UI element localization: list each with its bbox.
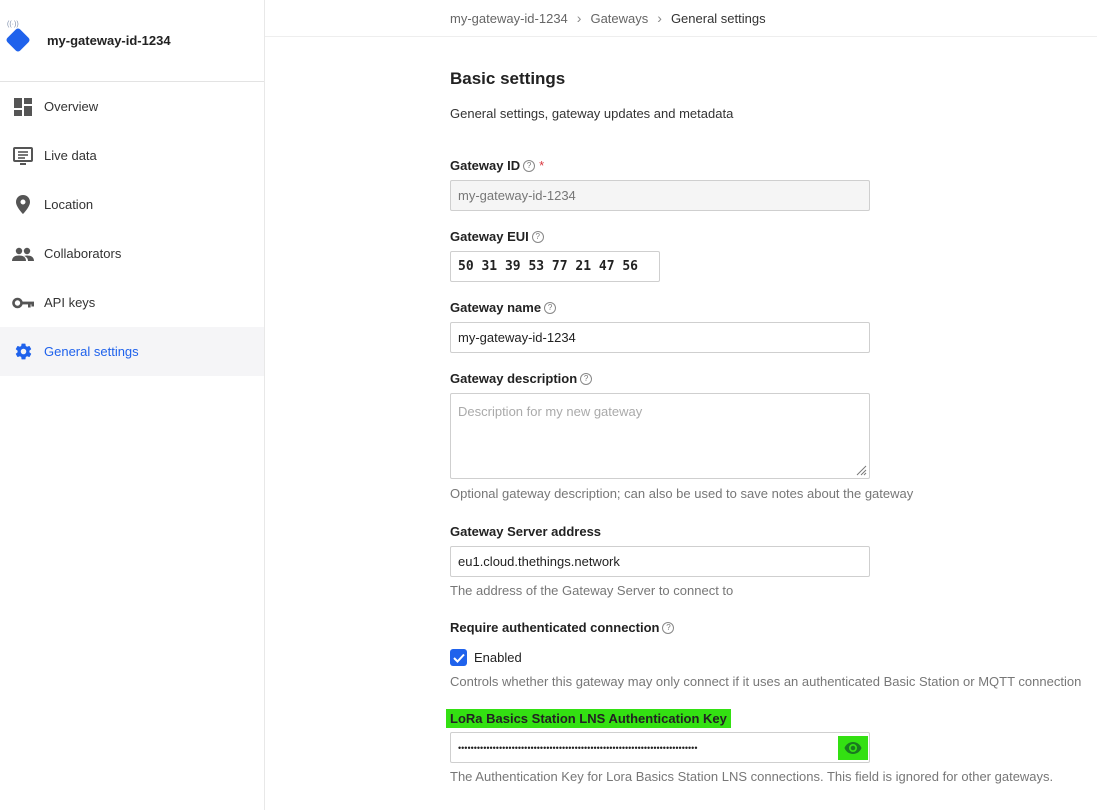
auth-connection-checkbox-label: Enabled xyxy=(474,650,522,665)
gateway-description-label: Gateway description ? xyxy=(450,371,1090,386)
gateway-name-label: Gateway name ? xyxy=(450,300,1090,315)
lns-key-label: LoRa Basics Station LNS Authentication K… xyxy=(446,709,1090,728)
breadcrumb-item-gateway[interactable]: my-gateway-id-1234 xyxy=(450,11,568,26)
help-icon[interactable]: ? xyxy=(523,159,536,172)
sidebar-nav: Overview Live data Location Collaborator… xyxy=(0,82,264,376)
gateway-description-field[interactable]: Description for my new gateway xyxy=(450,393,870,479)
required-mark: * xyxy=(539,158,545,173)
page-title: Basic settings xyxy=(450,69,566,88)
gateway-id-label: Gateway ID ? * xyxy=(450,158,1090,173)
breadcrumb-item-current: General settings xyxy=(670,10,766,26)
gateway-eui-label: Gateway EUI ? xyxy=(450,229,1090,244)
people-icon xyxy=(12,243,34,265)
sidebar: ((·)) my-gateway-id-1234 Overview Live d… xyxy=(0,0,265,810)
gateway-name-field[interactable]: my-gateway-id-1234 xyxy=(450,322,870,353)
resize-handle-icon[interactable] xyxy=(855,464,867,476)
help-icon[interactable]: ? xyxy=(580,372,593,385)
chevron-right-icon: › xyxy=(657,10,662,26)
gateway-icon: ((·)) xyxy=(5,21,34,55)
auth-connection-label: Require authenticated connection ? xyxy=(450,620,1090,635)
gateway-description-label-text: Gateway description xyxy=(450,371,578,386)
gateway-eui-label-text: Gateway EUI xyxy=(450,229,529,244)
gateway-server-help: The address of the Gateway Server to con… xyxy=(450,583,734,598)
gateway-server-field[interactable]: eu1.cloud.thethings.network xyxy=(450,546,870,577)
gateway-description-placeholder: Description for my new gateway xyxy=(458,404,643,419)
sidebar-item-live-data[interactable]: Live data xyxy=(0,131,264,180)
eye-icon xyxy=(844,742,862,754)
section-description: General settings, gateway updates and me… xyxy=(450,106,734,121)
lns-key-help: The Authentication Key for Lora Basics S… xyxy=(450,769,1054,784)
auth-connection-help: Controls whether this gateway may only c… xyxy=(450,674,1082,689)
help-icon[interactable]: ? xyxy=(531,230,544,243)
gateway-id-field[interactable]: my-gateway-id-1234 xyxy=(450,180,870,211)
gear-icon xyxy=(12,341,34,363)
dashboard-icon xyxy=(12,96,34,118)
show-password-button[interactable] xyxy=(838,736,868,760)
live-data-icon xyxy=(12,145,34,167)
checkmark-icon xyxy=(452,653,465,663)
sidebar-item-label: Overview xyxy=(44,99,99,114)
settings-form: Basic settings General settings, gateway… xyxy=(446,36,1090,784)
key-icon xyxy=(12,292,34,314)
sidebar-item-label: Collaborators xyxy=(44,246,122,261)
location-pin-icon xyxy=(12,194,34,216)
auth-connection-checkbox-row[interactable]: Enabled xyxy=(450,649,1090,666)
sidebar-item-label: Location xyxy=(44,197,94,212)
gateway-description-help: Optional gateway description; can also b… xyxy=(450,486,914,501)
auth-connection-label-text: Require authenticated connection xyxy=(450,620,660,635)
sidebar-item-api-keys[interactable]: API keys xyxy=(0,278,264,327)
sidebar-item-collaborators[interactable]: Collaborators xyxy=(0,229,264,278)
breadcrumb: my-gateway-id-1234 › Gateways › General … xyxy=(265,0,1097,37)
lns-key-label-text: LoRa Basics Station LNS Authentication K… xyxy=(446,709,731,728)
lns-key-value: ••••••••••••••••••••••••••••••••••••••••… xyxy=(458,742,698,753)
sidebar-item-overview[interactable]: Overview xyxy=(0,82,264,131)
gateway-name-label-text: Gateway name xyxy=(450,300,542,315)
sidebar-item-label: General settings xyxy=(44,344,139,359)
gateway-eui-field[interactable]: 50 31 39 53 77 21 47 56 xyxy=(450,251,660,282)
sidebar-item-label: Live data xyxy=(44,148,97,163)
auth-connection-checkbox[interactable] xyxy=(450,649,467,666)
sidebar-item-general-settings[interactable]: General settings xyxy=(0,327,264,376)
gateway-server-label: Gateway Server address xyxy=(450,524,1090,539)
sidebar-header: ((·)) my-gateway-id-1234 xyxy=(0,0,264,82)
help-icon[interactable]: ? xyxy=(662,621,675,634)
breadcrumb-item-gateways[interactable]: Gateways xyxy=(590,11,648,26)
gateway-server-label-text: Gateway Server address xyxy=(450,524,602,539)
chevron-right-icon: › xyxy=(576,10,582,26)
lns-key-field[interactable]: ••••••••••••••••••••••••••••••••••••••••… xyxy=(450,732,870,763)
gateway-id-label-text: Gateway ID xyxy=(450,158,521,173)
help-icon[interactable]: ? xyxy=(544,301,557,314)
sidebar-title: my-gateway-id-1234 xyxy=(47,33,171,48)
sidebar-item-location[interactable]: Location xyxy=(0,180,264,229)
sidebar-item-label: API keys xyxy=(44,295,96,310)
